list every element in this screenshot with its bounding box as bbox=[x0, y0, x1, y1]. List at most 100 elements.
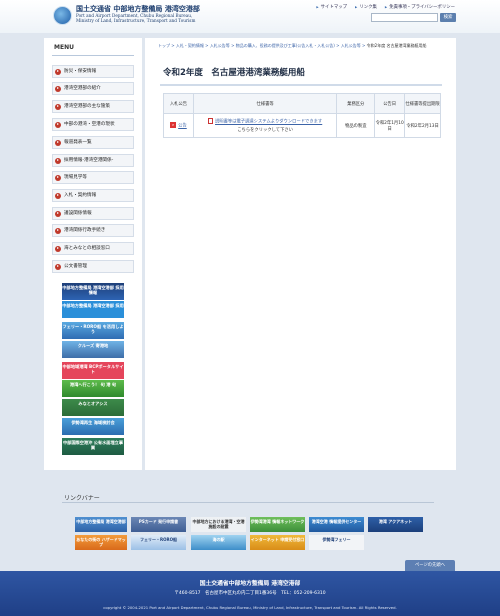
link-banner-info-center[interactable]: 港湾空港 情報提供センター bbox=[309, 517, 364, 532]
sidebar-item-label: 入札・契約情報 bbox=[64, 193, 97, 198]
breadcrumb: トップ > 入札・契約情報 > 入札公告等 > 物品の購入、役務の提供及び工事(… bbox=[158, 43, 427, 48]
menu-title: MENU bbox=[54, 44, 74, 51]
site-footer: 国土交通省中部地方整備局 港湾空港部 〒460-8517 名古屋市中区丸の内二丁… bbox=[0, 571, 500, 616]
banner-recruit-info[interactable]: 中部地方整備局 港湾空港部 採用情報 bbox=[62, 283, 124, 300]
sidebar-item-bidding[interactable]: 入札・契約情報 bbox=[52, 189, 134, 202]
banner-minato-oasis[interactable]: みなとオアシス bbox=[62, 399, 124, 416]
link-banner-umi-no-eki[interactable]: 海の駅 bbox=[191, 535, 246, 550]
privacy-policy-link[interactable]: 免責事項・プライバシーポリシー bbox=[385, 4, 455, 10]
column-header: 仕様書等提出期限 bbox=[404, 93, 441, 114]
link-banner-divider bbox=[62, 502, 434, 503]
sidebar-item-label: 中部の港湾・空港の現状 bbox=[64, 122, 115, 127]
page-title: 令和2年度 名古屋港港湾業務艇用船 bbox=[160, 64, 442, 86]
sidebar-item-label: 港湾空港部の主な施策 bbox=[64, 104, 110, 109]
breadcrumb-notices[interactable]: 入札公告等 bbox=[210, 43, 230, 48]
column-header: 業務区分 bbox=[336, 93, 376, 114]
org-subtitle: Port and Airport Department, Chubu Regio… bbox=[76, 13, 195, 23]
sidebar-item-label: 海とみなとの相談窓口 bbox=[64, 246, 110, 251]
site-header: 国土交通省 中部地方整備局 港湾空港部 Port and Airport Dep… bbox=[0, 0, 500, 33]
breadcrumb-bidding[interactable]: 入札・契約情報 bbox=[176, 43, 204, 48]
sidebar-item-consultation[interactable]: 海とみなとの相談窓口 bbox=[52, 242, 134, 255]
back-to-top-button[interactable]: ページの先頭へ bbox=[405, 560, 455, 571]
arrow-bullet-icon bbox=[55, 68, 61, 75]
breadcrumb-notice-list[interactable]: 入札公告等 bbox=[341, 43, 361, 48]
sidebar-item-label: 港湾空港部の紹介 bbox=[64, 86, 101, 91]
link-banner-ise-ferry[interactable]: 伊勢湾フェリー bbox=[309, 535, 364, 550]
sidebar-item-label: 港湾関係行政手続き bbox=[64, 228, 106, 233]
sidebar-item-label: 防災・保安情報 bbox=[64, 69, 97, 74]
breadcrumb-procurement[interactable]: 物品の購入、役務の提供及び工事(公告入札・入札公告) bbox=[236, 43, 335, 48]
sidebar-item-disaster[interactable]: 防災・保安情報 bbox=[52, 65, 134, 78]
breadcrumb-current: 令和2年度 名古屋港湾業務艇用船 bbox=[366, 43, 427, 48]
sidebar-item-recruit[interactable]: 採用情報-港湾空港関係- bbox=[52, 154, 134, 167]
pdf-icon: P bbox=[170, 122, 177, 129]
search-button[interactable]: 検索 bbox=[440, 13, 456, 22]
link-banner-hazard-map[interactable]: あなたの街の ハザードマップ bbox=[75, 535, 127, 550]
link-banner-ferry[interactable]: フェリー・RORO船 bbox=[131, 535, 186, 550]
banner-ferry[interactable]: フェリー・RORO船 を活用しよう bbox=[62, 322, 124, 339]
arrow-bullet-icon bbox=[55, 192, 61, 199]
footer-copyright: copyright © 2004-2021 Port and Airport D… bbox=[103, 605, 397, 610]
footer-org-name: 国土交通省中部地方整備局 港湾空港部 bbox=[199, 581, 301, 587]
arrow-bullet-icon bbox=[55, 85, 61, 92]
notice-link[interactable]: 公告 bbox=[178, 124, 187, 129]
arrow-bullet-icon bbox=[55, 210, 61, 217]
link-banner-aquanet[interactable]: 港湾 アクアネット bbox=[368, 517, 423, 532]
sidebar-item-tours[interactable]: 現場見学等 bbox=[52, 171, 134, 184]
column-header: 仕様書等 bbox=[192, 93, 338, 114]
column-header: 入札公告 bbox=[163, 93, 194, 114]
sidebar-item-label: 報道発表一覧 bbox=[64, 140, 92, 145]
arrow-bullet-icon bbox=[55, 245, 61, 252]
org-subtitle-line-2: Ministry of Land, Infrastructure, Transp… bbox=[76, 18, 196, 23]
sidebar-item-policies[interactable]: 港湾空港部の主な施策 bbox=[52, 100, 134, 113]
sidebar-item-label: 公文書管理 bbox=[64, 264, 87, 269]
footer-address: 〒460-8517 名古屋市中区丸の内二丁目1番36号 TEL：052-209-… bbox=[174, 591, 326, 596]
spec-download-link[interactable]: 説明書等は電子調達システムよりダウンロードできます bbox=[215, 120, 322, 125]
arrow-bullet-icon bbox=[55, 174, 61, 181]
sidebar-item-label: 議設関係情報 bbox=[64, 211, 92, 216]
notice-date-cell: 令和2年1月10日 bbox=[374, 113, 406, 138]
document-icon bbox=[208, 118, 214, 125]
link-banner-title: リンクバナー bbox=[64, 495, 100, 502]
arrow-bullet-icon bbox=[55, 227, 61, 234]
banner-isewan-regen[interactable]: 伊勢湾再生 海域検討会 bbox=[62, 418, 124, 435]
table-header-row: 入札公告 仕様書等 業務区分 公告日 仕様書等提出期限 bbox=[163, 93, 441, 114]
banner-port-visit[interactable]: 港湾へ行こう！ 旬 港 旬 bbox=[62, 380, 124, 397]
sidebar-item-label: 現場見学等 bbox=[64, 175, 87, 180]
notice-cell[interactable]: P 公告 bbox=[163, 113, 194, 138]
sidebar-item-construction[interactable]: 議設関係情報 bbox=[52, 207, 134, 220]
sidebar-item-status[interactable]: 中部の港湾・空港の現状 bbox=[52, 118, 134, 131]
arrow-bullet-icon bbox=[55, 157, 61, 164]
link-banner-online-application[interactable]: インターネット 申請受付窓口 bbox=[250, 535, 305, 550]
search-input[interactable] bbox=[371, 13, 438, 22]
link-banner-chubu-port[interactable]: 中部地方整備局 港湾空港部 bbox=[75, 517, 127, 532]
arrow-bullet-icon bbox=[55, 121, 61, 128]
sidebar-item-about[interactable]: 港湾空港部の紹介 bbox=[52, 82, 134, 95]
sidebar-item-label: 採用情報-港湾空港関係- bbox=[64, 158, 114, 163]
spec-cell: 説明書等は電子調達システムよりダウンロードできます こちらをクリックして下さい bbox=[192, 113, 338, 138]
link-banner-ps-card[interactable]: PSカード 発行申請書 bbox=[131, 517, 186, 532]
breadcrumb-home[interactable]: トップ bbox=[158, 43, 170, 48]
arrow-bullet-icon bbox=[55, 139, 61, 146]
links-page-link[interactable]: リンク集 bbox=[355, 4, 377, 10]
link-banner-quake[interactable]: 中部地方における港湾・空港施設の耐震 bbox=[191, 517, 246, 532]
arrow-bullet-icon bbox=[55, 263, 61, 270]
arrow-bullet-icon bbox=[55, 103, 61, 110]
spec-note: こちらをクリックして下さい bbox=[237, 127, 293, 133]
utility-links: サイトマップ リンク集 免責事項・プライバシーポリシー bbox=[316, 4, 455, 10]
sidebar-item-procedures[interactable]: 港湾関係行政手続き bbox=[52, 224, 134, 237]
sitemap-link[interactable]: サイトマップ bbox=[316, 4, 347, 10]
sidebar-item-press[interactable]: 報道発表一覧 bbox=[52, 136, 134, 149]
banner-airport-reclamation[interactable]: 中部国際空港沖 公有水面埋立事業 bbox=[62, 438, 124, 455]
link-banner-isewan-network[interactable]: 伊勢湾港湾 情報ネットワーク bbox=[250, 517, 305, 532]
banner-bcp-portal[interactable]: 中部地域港湾 BCPポータルサイト bbox=[62, 362, 124, 379]
category-cell: 物品の製造 bbox=[336, 113, 376, 138]
banner-twitter[interactable]: 中部地方整備局 港湾空港部 採用 bbox=[62, 301, 124, 318]
table-row: P 公告 説明書等は電子調達システムよりダウンロードできます こちらをクリックして… bbox=[163, 113, 441, 138]
banner-cruise[interactable]: クルーズ 寄港地 bbox=[62, 341, 124, 358]
column-header: 公告日 bbox=[374, 93, 406, 114]
notice-table: 入札公告 仕様書等 業務区分 公告日 仕様書等提出期限 P 公告 説明書等は電子調… bbox=[163, 93, 441, 138]
sidebar-item-records[interactable]: 公文書管理 bbox=[52, 260, 134, 273]
mlit-logo-icon[interactable] bbox=[53, 6, 72, 25]
deadline-cell: 令和2年2月13日 bbox=[404, 113, 441, 138]
